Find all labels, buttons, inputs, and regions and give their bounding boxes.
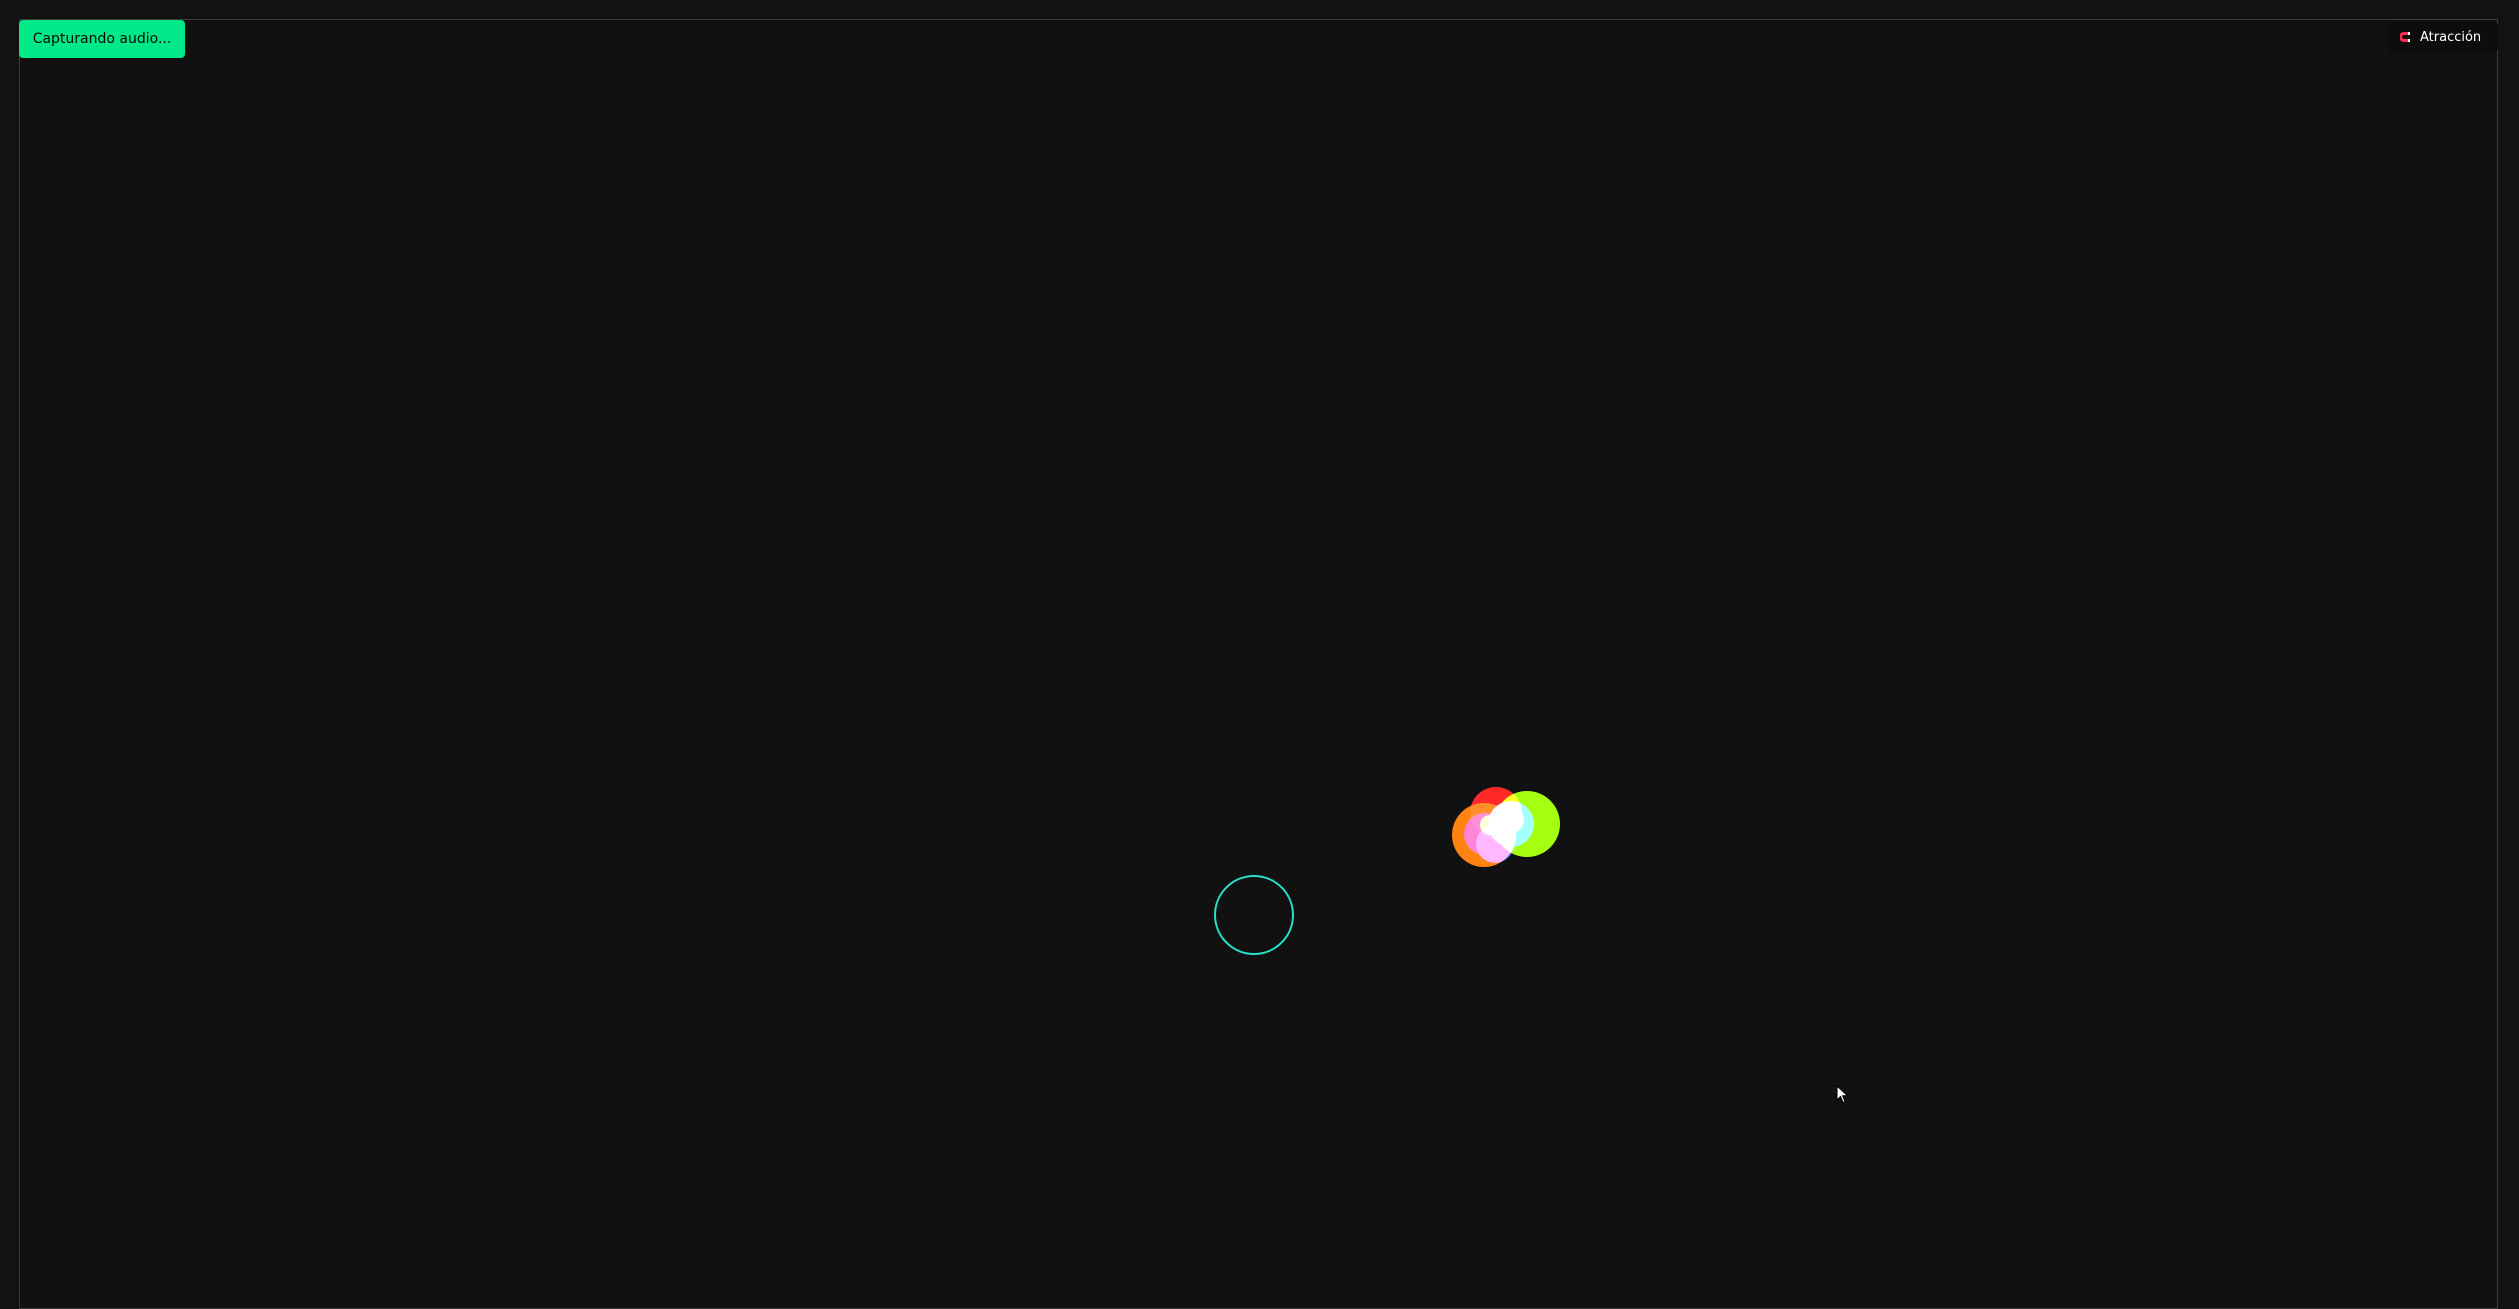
mode-label: Atracción (2420, 29, 2482, 45)
audio-capture-button[interactable]: Capturando audio... (19, 20, 185, 58)
mouse-pointer-icon (1836, 1084, 1850, 1109)
particle-orb (1480, 815, 1500, 835)
cursor-ring (1214, 875, 1294, 955)
magnet-icon (2400, 31, 2412, 43)
visualizer-canvas[interactable] (19, 19, 2498, 1309)
mode-toggle-button[interactable]: Atracción (2388, 22, 2498, 52)
particle-orb (1498, 807, 1524, 833)
particle-cluster (1450, 785, 1560, 875)
